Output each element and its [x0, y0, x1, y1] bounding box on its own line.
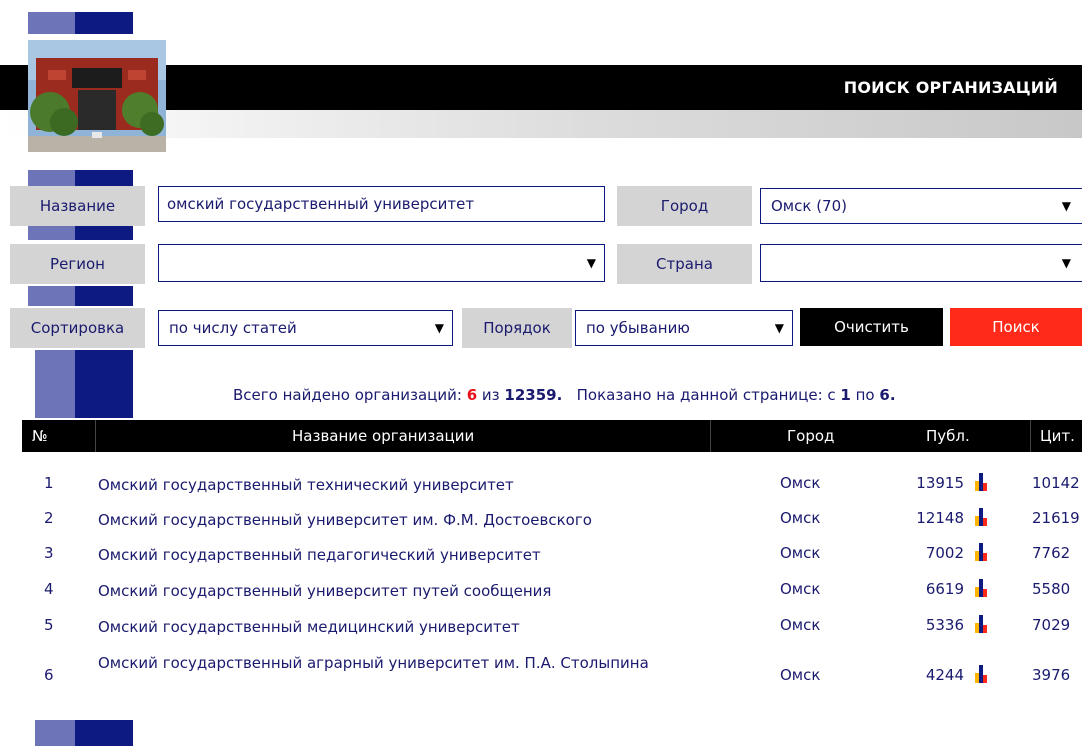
dropdown-arrow-icon: ▼	[586, 256, 596, 270]
shown-to: 6.	[879, 386, 896, 404]
dropdown-arrow-icon: ▼	[774, 321, 784, 335]
decor-block	[35, 350, 75, 418]
org-publ: 6619	[925, 580, 964, 598]
building-photo	[28, 40, 166, 152]
table-row: 6 Омский государственный аграрный универс…	[22, 652, 1082, 700]
sort-select[interactable]: по числу статей ▼	[158, 310, 453, 346]
total-count: 12359.	[504, 386, 563, 404]
col-divider	[95, 420, 96, 452]
decor-block	[28, 12, 75, 34]
org-cit: 3976	[1032, 666, 1071, 684]
name-label: Название	[10, 186, 145, 226]
col-divider	[710, 420, 711, 452]
table-row: 5 Омский государственный медицинский унив…	[22, 614, 1082, 638]
bar-chart-icon[interactable]	[975, 473, 991, 491]
col-city-header[interactable]: Город	[787, 420, 834, 452]
dropdown-arrow-icon: ▼	[434, 321, 444, 335]
order-label: Порядок	[462, 308, 572, 348]
org-publ: 12148	[916, 509, 964, 527]
shown-from: 1	[840, 386, 851, 404]
decor-block	[75, 720, 133, 746]
org-cit: 7762	[1032, 544, 1071, 562]
order-select[interactable]: по убыванию ▼	[575, 310, 793, 346]
org-publ: 13915	[916, 474, 964, 492]
table-row: 1 Омский государственный технический унив…	[22, 472, 1082, 496]
decor-block	[28, 170, 75, 186]
org-publ: 5336	[925, 616, 964, 634]
name-input[interactable]: омский государственный университет	[158, 186, 605, 222]
col-num-header: №	[32, 427, 48, 445]
sort-label: Сортировка	[10, 308, 145, 348]
table-row: 4 Омский государственный университет путе…	[22, 578, 1082, 602]
bar-chart-icon[interactable]	[975, 665, 991, 683]
search-button[interactable]: Поиск	[950, 308, 1082, 346]
city-select[interactable]: Омск (70) ▼	[760, 188, 1082, 224]
summary-to-word: по	[850, 386, 880, 404]
col-divider	[1030, 420, 1031, 452]
found-count: 6	[466, 386, 478, 404]
page-title: ПОИСК ОРГАНИЗАЦИЙ	[843, 78, 1058, 97]
bar-chart-icon[interactable]	[975, 615, 991, 633]
country-label: Страна	[617, 244, 752, 284]
sort-select-value: по числу статей	[169, 319, 297, 337]
clear-button[interactable]: Очистить	[800, 308, 943, 346]
dropdown-arrow-icon: ▼	[1061, 256, 1071, 270]
decor-block	[35, 720, 75, 746]
org-cit: 5580	[1032, 580, 1071, 598]
org-publ: 7002	[925, 544, 964, 562]
bar-chart-icon[interactable]	[975, 508, 991, 526]
org-publ: 4244	[925, 666, 964, 684]
bar-chart-icon[interactable]	[975, 543, 991, 561]
table-row: 2 Омский государственный университет им. …	[22, 507, 1082, 531]
org-cit: 21619	[1032, 509, 1080, 527]
city-label: Город	[617, 186, 752, 226]
decor-block	[75, 286, 133, 306]
bar-chart-icon[interactable]	[975, 579, 991, 597]
decor-block	[28, 286, 75, 306]
col-cit-header[interactable]: Цит.	[1040, 420, 1075, 452]
table-row: 3 Омский государственный педагогический у…	[22, 542, 1082, 566]
summary-prefix: Всего найдено организаций:	[233, 386, 467, 404]
region-label: Регион	[10, 244, 145, 284]
org-cit: 10142	[1032, 474, 1080, 492]
col-publ-header[interactable]: Публ.	[926, 420, 970, 452]
decor-block	[75, 350, 133, 418]
order-select-value: по убыванию	[586, 319, 690, 337]
table-header: № Название организации Город Публ. Цит.	[22, 420, 1082, 452]
results-summary: Всего найдено организаций: 6 из 12359. П…	[233, 386, 896, 404]
decor-block	[75, 226, 133, 240]
country-select[interactable]: ▼	[760, 244, 1082, 282]
decor-block	[75, 170, 133, 186]
city-select-value: Омск (70)	[771, 197, 847, 215]
org-cit: 7029	[1032, 616, 1071, 634]
decor-block	[28, 226, 75, 240]
summary-of: из	[477, 386, 505, 404]
col-name-header[interactable]: Название организации	[292, 420, 474, 452]
decor-block	[75, 12, 133, 34]
region-select[interactable]: ▼	[158, 244, 605, 282]
summary-shown-prefix: Показано на данной странице: с	[562, 386, 841, 404]
dropdown-arrow-icon: ▼	[1061, 199, 1071, 213]
